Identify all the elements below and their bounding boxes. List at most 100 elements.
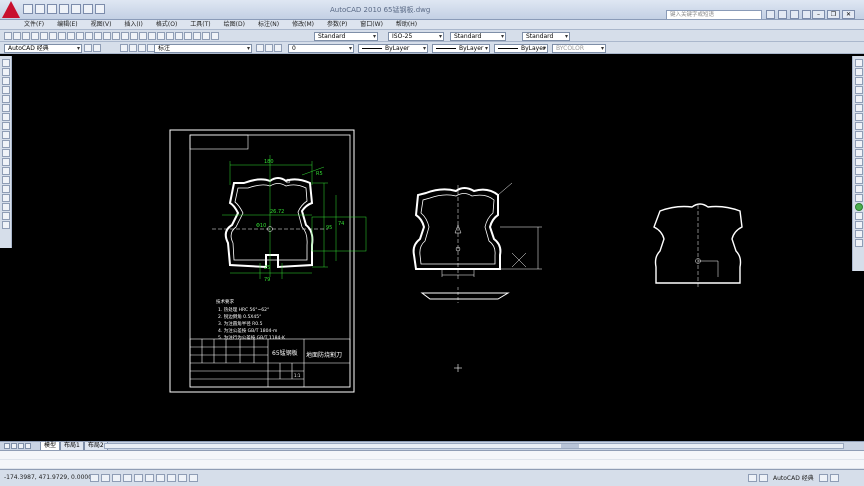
- showmotion-icon[interactable]: [854, 239, 863, 247]
- next-tab-icon[interactable]: [18, 443, 24, 449]
- scale-icon[interactable]: [854, 122, 863, 130]
- search-icon[interactable]: [766, 10, 775, 19]
- move-icon[interactable]: [854, 104, 863, 112]
- workspace-switch-icon[interactable]: [95, 4, 105, 14]
- layer-match-icon[interactable]: [274, 44, 282, 52]
- menu-help[interactable]: 帮助(H): [396, 20, 417, 29]
- menu-modify[interactable]: 修改(M): [292, 20, 314, 29]
- paste-icon[interactable]: [76, 32, 84, 40]
- undo-tool-icon[interactable]: [103, 32, 111, 40]
- construction-line-icon[interactable]: [1, 68, 10, 76]
- menu-window[interactable]: 窗口(W): [360, 20, 383, 29]
- quick-properties-icon[interactable]: [189, 474, 198, 482]
- annotation-scale-select[interactable]: 标注: [154, 44, 252, 53]
- horizontal-scrollbar[interactable]: [104, 443, 844, 449]
- copy-icon[interactable]: [67, 32, 75, 40]
- markup-icon[interactable]: [193, 32, 201, 40]
- stretch-icon[interactable]: [854, 131, 863, 139]
- break-at-point-icon[interactable]: [854, 158, 863, 166]
- menu-tools[interactable]: 工具(T): [190, 20, 210, 29]
- offset-icon[interactable]: [854, 86, 863, 94]
- subscription-icon[interactable]: [778, 10, 787, 19]
- lock-icon[interactable]: [818, 473, 828, 482]
- polygon-icon[interactable]: [1, 86, 10, 94]
- model-space-icon[interactable]: [748, 473, 757, 482]
- hatch-icon[interactable]: [1, 185, 10, 193]
- quick-view-icon[interactable]: [759, 473, 768, 482]
- arc-icon[interactable]: [1, 104, 10, 112]
- close-button[interactable]: ✕: [842, 10, 855, 19]
- erase-icon[interactable]: [854, 59, 863, 67]
- redo-icon[interactable]: [83, 4, 93, 14]
- menu-parametric[interactable]: 参数(P): [327, 20, 347, 29]
- minimize-button[interactable]: –: [812, 10, 825, 19]
- open-icon[interactable]: [35, 4, 45, 14]
- make-block-icon[interactable]: [1, 167, 10, 175]
- ellipse-arc-icon[interactable]: [1, 149, 10, 157]
- object-snap-tracking-icon[interactable]: [145, 474, 154, 482]
- menu-view[interactable]: 视图(V): [91, 20, 112, 29]
- snap-mode-icon[interactable]: [90, 474, 99, 482]
- line-icon[interactable]: [1, 59, 10, 67]
- lineweight-select[interactable]: ByLayer: [494, 44, 548, 53]
- ellipse-icon[interactable]: [1, 140, 10, 148]
- zoom-realtime-icon[interactable]: [130, 32, 138, 40]
- gradient-icon[interactable]: [1, 194, 10, 202]
- linetype-select[interactable]: ByLayer: [432, 44, 490, 53]
- open-file-icon[interactable]: [13, 32, 21, 40]
- menu-insert[interactable]: 插入(I): [124, 20, 142, 29]
- steering-wheel-icon[interactable]: [854, 203, 863, 211]
- layer-state-icon[interactable]: [129, 44, 137, 52]
- circle-icon[interactable]: [1, 113, 10, 121]
- save-icon[interactable]: [47, 4, 57, 14]
- rotate-icon[interactable]: [854, 113, 863, 121]
- layer-manager-icon[interactable]: [120, 44, 128, 52]
- fillet-icon[interactable]: [854, 194, 863, 202]
- region-icon[interactable]: [1, 203, 10, 211]
- dynamic-ucs-icon[interactable]: [156, 474, 165, 482]
- clean-screen-icon[interactable]: [829, 473, 839, 482]
- chamfer-icon[interactable]: [854, 185, 863, 193]
- scrollbar-thumb[interactable]: [561, 444, 579, 448]
- mleader-style-select[interactable]: Standard: [522, 32, 570, 41]
- point-icon[interactable]: [1, 176, 10, 184]
- mtext-icon[interactable]: [1, 221, 10, 229]
- help-tool-icon[interactable]: [211, 32, 219, 40]
- publish-icon[interactable]: [49, 32, 57, 40]
- zoom-extents-icon[interactable]: [854, 221, 863, 229]
- table-icon[interactable]: [1, 212, 10, 220]
- trim-icon[interactable]: [854, 140, 863, 148]
- polyline-icon[interactable]: [1, 77, 10, 85]
- join-icon[interactable]: [854, 176, 863, 184]
- first-tab-icon[interactable]: [4, 443, 10, 449]
- block-editor-icon[interactable]: [94, 32, 102, 40]
- zoom-previous-icon[interactable]: [148, 32, 156, 40]
- text-style-select[interactable]: Standard: [314, 32, 378, 41]
- quickcalc-icon[interactable]: [202, 32, 210, 40]
- autocad-logo-icon[interactable]: [2, 1, 20, 18]
- rectangle-icon[interactable]: [1, 95, 10, 103]
- polar-tracking-icon[interactable]: [123, 474, 132, 482]
- menu-edit[interactable]: 编辑(E): [57, 20, 77, 29]
- pan-icon[interactable]: [121, 32, 129, 40]
- drawing-area[interactable]: 180 26.72 95 74 79 Φ10 25 R5 技术要求 1. 热处理…: [12, 55, 852, 441]
- object-snap-icon[interactable]: [134, 474, 143, 482]
- grid-display-icon[interactable]: [101, 474, 110, 482]
- menu-dimension[interactable]: 标注(N): [258, 20, 279, 29]
- explode-icon[interactable]: [854, 212, 863, 220]
- dynamic-input-icon[interactable]: [167, 474, 176, 482]
- array-icon[interactable]: [854, 95, 863, 103]
- new-file-icon[interactable]: [4, 32, 12, 40]
- properties-icon[interactable]: [157, 32, 165, 40]
- insert-block-icon[interactable]: [1, 158, 10, 166]
- dim-style-select[interactable]: ISO-25: [388, 32, 444, 41]
- favorites-icon[interactable]: [802, 10, 811, 19]
- cut-icon[interactable]: [58, 32, 66, 40]
- redo-tool-icon[interactable]: [112, 32, 120, 40]
- command-input[interactable]: [0, 460, 864, 469]
- zoom-window-icon[interactable]: [139, 32, 147, 40]
- tool-palettes-icon[interactable]: [175, 32, 183, 40]
- break-icon[interactable]: [854, 167, 863, 175]
- workspace-save-icon[interactable]: [93, 44, 101, 52]
- workspace-label[interactable]: AutoCAD 经典: [773, 473, 814, 482]
